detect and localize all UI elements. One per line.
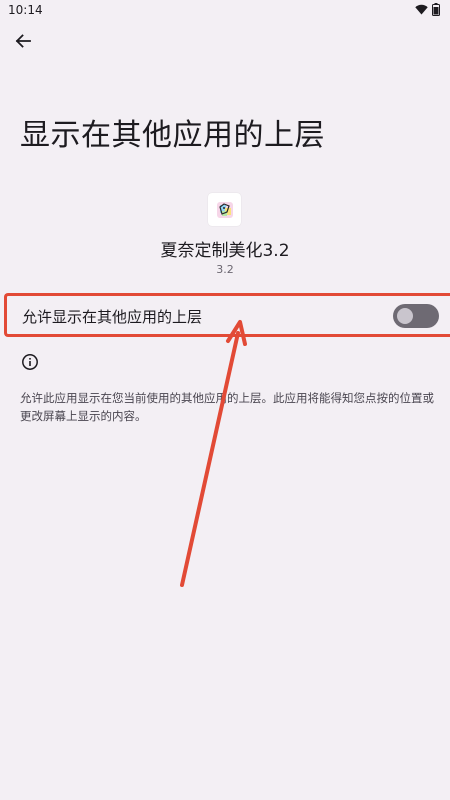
allow-overlay-setting-row[interactable]: 允许显示在其他应用的上层	[4, 293, 450, 337]
back-button[interactable]	[8, 28, 38, 58]
info-icon	[21, 353, 39, 371]
app-logo-icon	[208, 193, 241, 226]
allow-overlay-switch[interactable]	[393, 304, 439, 328]
switch-thumb	[397, 308, 413, 324]
arrow-back-icon	[15, 33, 31, 53]
battery-icon	[432, 3, 440, 16]
allow-overlay-label: 允许显示在其他应用的上层	[22, 308, 203, 326]
status-bar: 10:14	[0, 0, 450, 20]
status-time: 10:14	[8, 3, 43, 17]
app-name: 夏奈定制美化3.2	[160, 241, 290, 261]
wifi-icon	[415, 4, 428, 15]
page-title: 显示在其他应用的上层	[20, 118, 325, 153]
status-icons	[415, 3, 440, 16]
app-version: 3.2	[216, 263, 234, 276]
info-description: 允许此应用显示在您当前使用的其他应用的上层。此应用将能得知您点按的位置或更改屏幕…	[20, 391, 434, 423]
